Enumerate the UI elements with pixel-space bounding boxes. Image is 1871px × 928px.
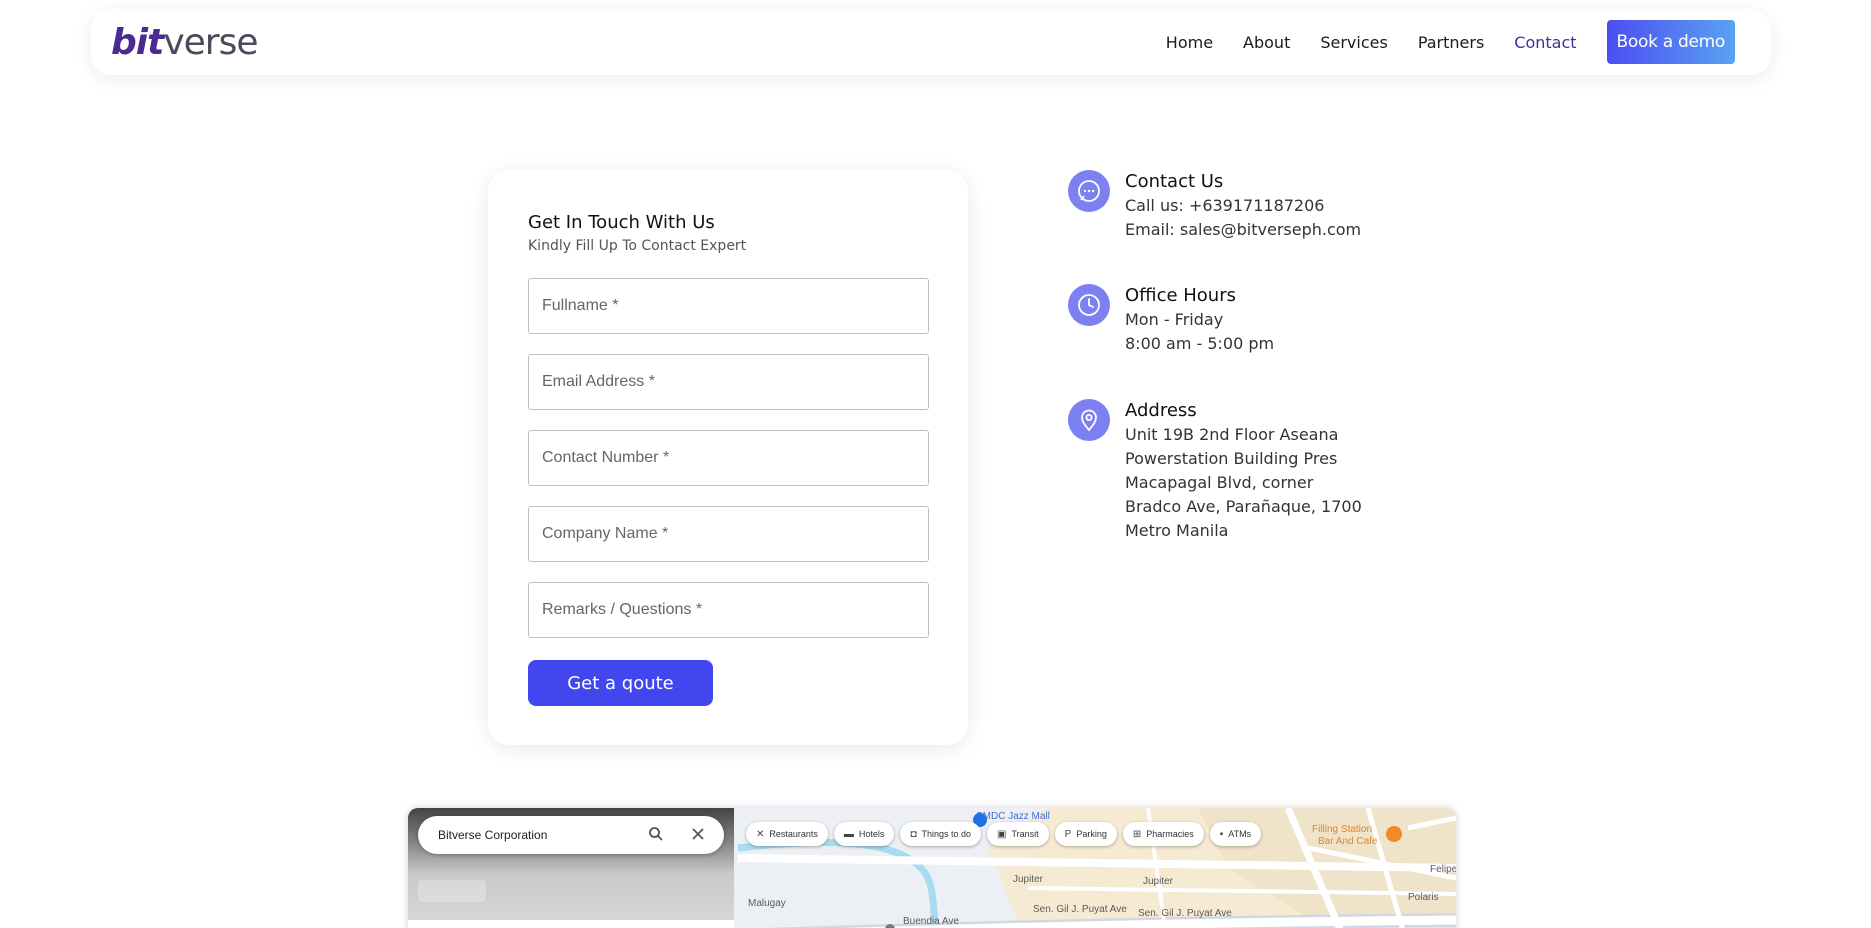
logo-part-bit: bit	[111, 22, 164, 63]
chat-icon	[1068, 170, 1110, 212]
contact-email[interactable]: Email: sales@bitverseph.com	[1125, 218, 1385, 242]
chip-hotels[interactable]: ▬ Hotels	[833, 822, 895, 846]
nav-partners[interactable]: Partners	[1418, 33, 1484, 52]
map-place-felipe: Felipe	[1430, 864, 1456, 875]
camera-icon: ◘	[910, 828, 917, 840]
form-subtitle: Kindly Fill Up To Contact Expert	[528, 238, 747, 254]
company-name-field[interactable]: Company Name *	[528, 506, 929, 562]
map-place-puyat: Sen. Gil J. Puyat Ave	[1138, 908, 1232, 919]
contact-heading: Contact Us	[1125, 171, 1224, 192]
atm-icon: ▪	[1219, 828, 1224, 840]
close-icon[interactable]	[690, 826, 706, 845]
search-icon[interactable]	[648, 826, 664, 845]
address-line: Metro Manila	[1125, 521, 1229, 540]
address-line: Unit 19B 2nd Floor Aseana	[1125, 425, 1339, 444]
hours-heading: Office Hours	[1125, 285, 1236, 306]
form-title: Get In Touch With Us	[528, 212, 715, 233]
nav-about[interactable]: About	[1243, 33, 1290, 52]
parking-icon: P	[1064, 828, 1072, 840]
nav-services[interactable]: Services	[1320, 33, 1387, 52]
map-place-buendia: Buendia Ave	[903, 916, 959, 927]
bitverse-logo[interactable]: bit verse	[111, 21, 259, 65]
book-demo-button[interactable]: Book a demo	[1606, 20, 1735, 64]
photo-count-badge[interactable]: 2 photos	[418, 880, 486, 902]
fullname-field[interactable]: Fullname *	[528, 278, 929, 334]
contact-phone[interactable]: Call us: +639171187206	[1125, 194, 1385, 218]
map-place-polaris: Polaris	[1408, 892, 1439, 903]
fork-knife-icon: ✕	[756, 828, 765, 840]
pharmacy-icon: ⊞	[1132, 828, 1142, 840]
location-pin-icon	[1068, 399, 1110, 441]
map-search-box[interactable]: Bitverse Corporation	[418, 816, 724, 854]
map-place-smdc: SMDC Jazz Mall	[976, 811, 1050, 822]
address-line: Powerstation Building Pres	[1125, 449, 1338, 468]
logo-part-verse: verse	[163, 22, 258, 63]
bus-icon: ▣	[997, 828, 1007, 840]
nav-home[interactable]: Home	[1166, 33, 1213, 52]
nav-contact[interactable]: Contact	[1514, 33, 1576, 52]
chip-restaurants[interactable]: ✕ Restaurants	[746, 822, 828, 846]
address-line: Bradco Ave, Parañaque, 1700	[1125, 497, 1362, 516]
place-panel	[408, 920, 734, 928]
chip-pharmacies[interactable]: ⊞ Pharmacies	[1122, 822, 1204, 846]
hours-days: Mon - Friday	[1125, 310, 1224, 329]
embedded-map[interactable]: SMDC Jazz Mall Filling Station Bar And C…	[408, 808, 1456, 928]
chip-things-to-do[interactable]: ◘ Things to do	[900, 822, 982, 846]
hours-time: 8:00 am - 5:00 pm	[1125, 334, 1275, 353]
contact-number-field[interactable]: Contact Number *	[528, 430, 929, 486]
contact-form-card: Get In Touch With Us Kindly Fill Up To C…	[488, 170, 968, 745]
map-place-filling-2: Bar And Cafe	[1318, 836, 1378, 847]
address-heading: Address	[1125, 400, 1197, 421]
clock-icon	[1068, 284, 1110, 326]
address-line: Macapagal Blvd, corner	[1125, 473, 1314, 492]
remarks-field[interactable]: Remarks / Questions *	[528, 582, 929, 638]
map-place-jupiter: Jupiter	[1143, 876, 1174, 887]
map-place-filling: Filling Station	[1312, 824, 1373, 835]
chip-transit[interactable]: ▣ Transit	[987, 822, 1049, 846]
top-navbar: bit verse Home About Services Partners Co…	[91, 9, 1771, 75]
bed-icon: ▬	[843, 828, 854, 840]
map-place-malugay: Malugay	[748, 898, 786, 909]
email-field[interactable]: Email Address *	[528, 354, 929, 410]
main-nav: Home About Services Partners Contact Boo…	[1136, 20, 1735, 64]
map-category-chips: ✕ Restaurants ▬ Hotels ◘ Things to do ▣ Tran…	[746, 822, 1267, 846]
chip-parking[interactable]: P Parking	[1054, 822, 1117, 846]
map-place-jupiter: Jupiter	[1013, 874, 1044, 885]
chip-atms[interactable]: ▪ ATMs	[1209, 822, 1262, 846]
get-quote-button[interactable]: Get a qoute	[528, 660, 713, 706]
map-place-puyat: Sen. Gil J. Puyat Ave	[1033, 904, 1127, 915]
map-search-value: Bitverse Corporation	[438, 828, 548, 842]
